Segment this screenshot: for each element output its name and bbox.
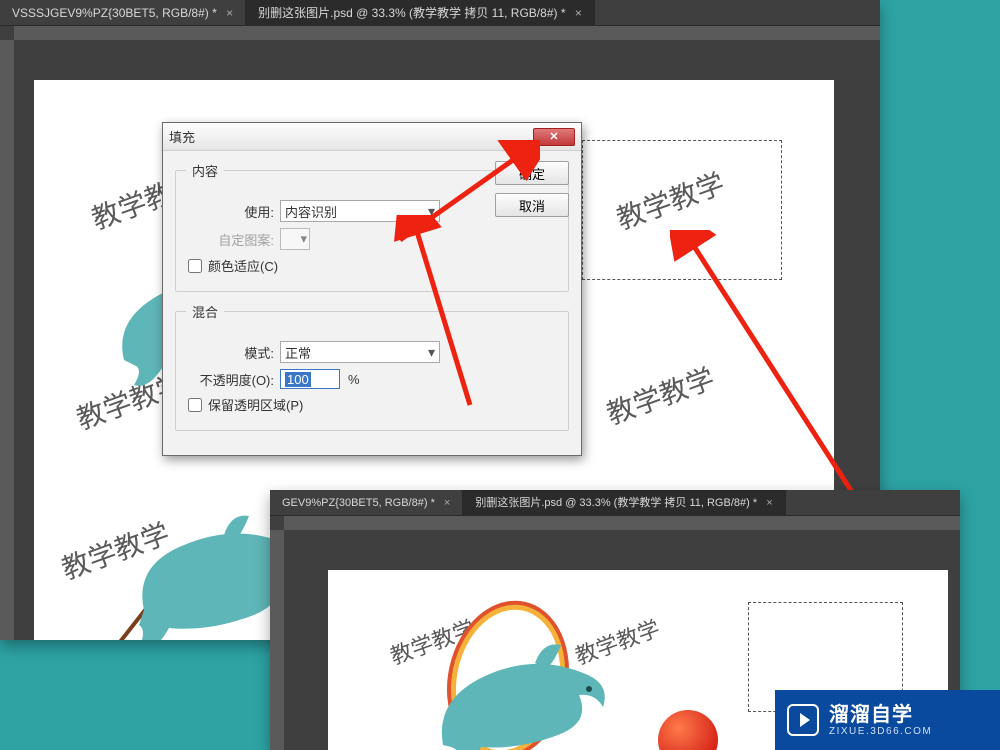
dialog-close-button[interactable]: ✕ [533, 128, 575, 146]
ball-prop [658, 710, 718, 750]
cancel-button[interactable]: 取消 [495, 193, 569, 217]
watermark-text: 教学教学 [601, 357, 720, 433]
site-watermark-logo: 溜溜自学 ZIXUE.3D66.COM [775, 690, 1000, 750]
use-select[interactable]: 内容识别 ▾ [280, 200, 440, 222]
close-icon: ✕ [549, 130, 558, 143]
dolphin-image [423, 635, 623, 750]
dialog-title: 填充 [169, 127, 533, 146]
close-icon[interactable]: × [575, 6, 582, 20]
blend-group: 混合 模式: 正常 ▾ 不透明度(O): 100 % 保留透明区域(P) [175, 302, 569, 431]
tab-label: 别删这张图片.psd @ 33.3% (教学教学 拷贝 11, RGB/8#) … [258, 6, 565, 20]
checkbox-input[interactable] [188, 259, 202, 273]
document-tab-2[interactable]: 别删这张图片.psd @ 33.3% (教学教学 拷贝 11, RGB/8#) … [246, 0, 595, 26]
group-label: 内容 [186, 161, 224, 180]
tab-bar: VSSSJGEV9%PZ{30BET5, RGB/8#) * × 别删这张图片.… [0, 0, 880, 26]
checkbox-label: 保留透明区域(P) [208, 395, 303, 414]
ruler-horizontal [284, 516, 960, 530]
opacity-input[interactable]: 100 [280, 369, 340, 389]
ok-button[interactable]: 确定 [495, 161, 569, 185]
chevron-down-icon: ▾ [300, 231, 307, 247]
logo-text: 溜溜自学 [829, 704, 932, 726]
dialog-titlebar[interactable]: 填充 ✕ [163, 123, 581, 151]
pattern-swatch: ▾ [280, 228, 310, 250]
checkbox-input[interactable] [188, 398, 202, 412]
tab-bar: GEV9%PZ{30BET5, RGB/8#) * × 别删这张图片.psd @… [270, 490, 960, 516]
use-label: 使用: [186, 202, 274, 221]
document-tab-1[interactable]: GEV9%PZ{30BET5, RGB/8#) * × [270, 490, 463, 516]
pattern-label: 自定图案: [186, 230, 274, 249]
document-tab-2[interactable]: 别删这张图片.psd @ 33.3% (教学教学 拷贝 11, RGB/8#) … [463, 490, 785, 516]
chevron-down-icon: ▾ [428, 206, 435, 216]
tab-label: VSSSJGEV9%PZ{30BET5, RGB/8#) * [12, 6, 217, 20]
select-value: 内容识别 [285, 202, 337, 221]
mode-select[interactable]: 正常 ▾ [280, 341, 440, 363]
mode-label: 模式: [186, 343, 274, 362]
color-adapt-checkbox[interactable]: 颜色适应(C) [188, 256, 470, 275]
opacity-value: 100 [285, 372, 311, 387]
close-icon[interactable]: × [766, 497, 772, 509]
checkbox-label: 颜色适应(C) [208, 256, 278, 275]
percent-label: % [348, 372, 360, 387]
select-value: 正常 [285, 343, 311, 362]
ruler-horizontal [14, 26, 880, 40]
fill-dialog: 填充 ✕ 确定 取消 内容 使用: 内容识别 ▾ 自定图案: ▾ 颜色适应(C) [162, 122, 582, 456]
ruler-vertical [270, 530, 284, 750]
ruler-vertical [0, 40, 14, 640]
group-label: 混合 [186, 302, 224, 321]
logo-url: ZIXUE.3D66.COM [829, 726, 932, 737]
document-tab-1[interactable]: VSSSJGEV9%PZ{30BET5, RGB/8#) * × [0, 0, 246, 26]
chevron-down-icon: ▾ [428, 347, 435, 357]
tab-label: GEV9%PZ{30BET5, RGB/8#) * [282, 497, 435, 509]
opacity-label: 不透明度(O): [186, 370, 274, 389]
tab-label: 别删这张图片.psd @ 33.3% (教学教学 拷贝 11, RGB/8#) … [475, 497, 757, 509]
selection-marquee [582, 140, 782, 280]
preserve-transparency-checkbox[interactable]: 保留透明区域(P) [188, 395, 470, 414]
close-icon[interactable]: × [444, 497, 450, 509]
close-icon[interactable]: × [226, 6, 233, 20]
play-icon [787, 704, 819, 736]
